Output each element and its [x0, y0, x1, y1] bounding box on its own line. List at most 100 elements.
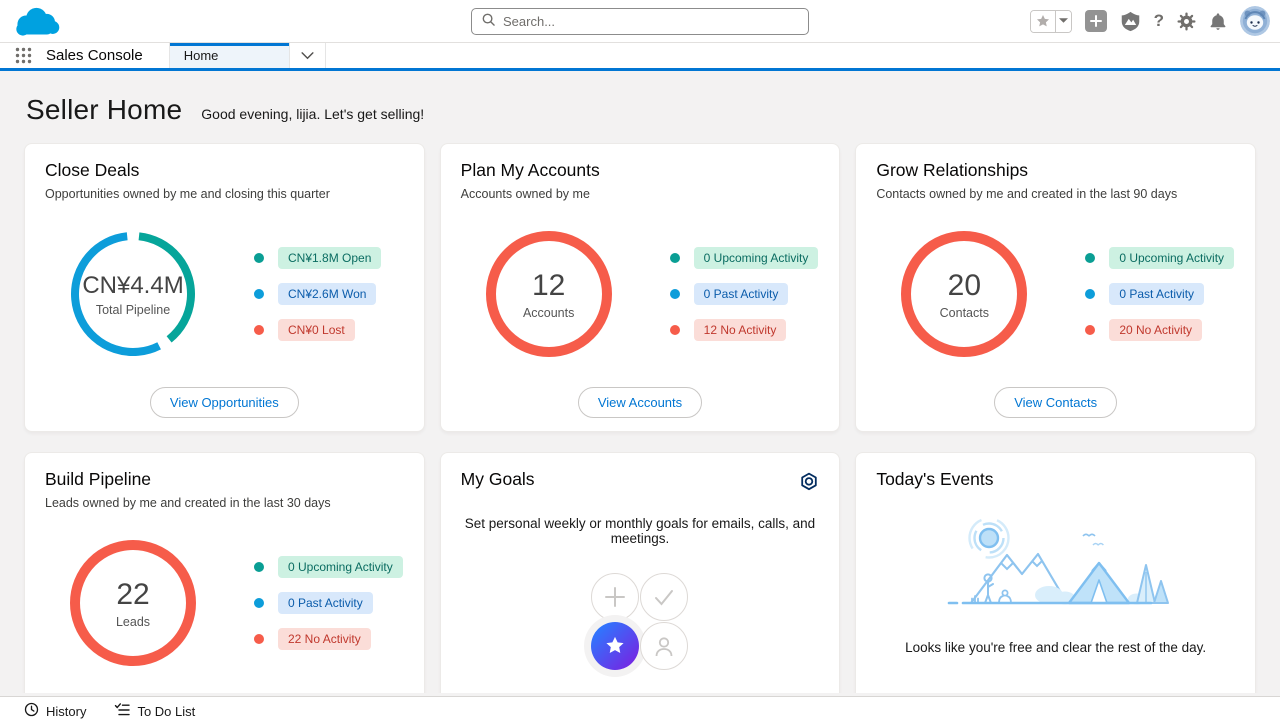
card-subtitle: Leads owned by me and created in the las…	[45, 496, 331, 510]
header-actions: ?	[1029, 0, 1270, 42]
events-empty-text: Looks like you're free and clear the res…	[905, 640, 1207, 655]
global-actions-button[interactable]	[1084, 10, 1107, 32]
person-circle-icon	[639, 622, 688, 670]
view-accounts-button[interactable]: View Accounts	[577, 387, 703, 418]
chart-legend: 0 Upcoming Activity 0 Past Activity 12 N…	[669, 247, 819, 341]
legend-dot-icon	[669, 253, 680, 263]
view-contacts-button[interactable]: View Contacts	[994, 387, 1118, 418]
legend-item: 20 No Activity	[1085, 319, 1234, 341]
donut-value: 12	[531, 268, 566, 302]
history-label: History	[46, 703, 87, 719]
legend-item: CN¥2.6M Won	[254, 283, 381, 305]
card-title: My Goals	[460, 469, 535, 489]
donut-center: 22 Leads	[67, 537, 199, 669]
legend-dot-icon	[1085, 253, 1096, 263]
favorites-caret-button[interactable]	[1055, 10, 1071, 32]
contacts-donut-chart: 20 Contacts	[898, 228, 1030, 360]
donut-label: Accounts	[522, 305, 575, 320]
card-title: Build Pipeline	[45, 469, 152, 489]
search-icon	[482, 13, 495, 31]
todo-list-label: To Do List	[137, 703, 196, 719]
notifications-bell-button[interactable]	[1209, 12, 1227, 31]
legend-item: 0 Upcoming Activity	[1085, 247, 1235, 269]
legend-badge: 22 No Activity	[278, 628, 371, 650]
plus-circle-icon	[590, 573, 639, 621]
app-launcher-button[interactable]	[0, 43, 46, 68]
donut-center: CN¥4.4M Total Pipeline	[67, 228, 199, 360]
card-footer: View Opportunities	[45, 387, 404, 418]
card-close-deals: Close Deals Opportunities owned by me an…	[24, 143, 425, 432]
legend-badge: 0 Upcoming Activity	[693, 247, 819, 269]
tab-home-label: Home	[183, 48, 219, 63]
guidance-center-button[interactable]	[1120, 11, 1141, 32]
legend-item: 0 Past Activity	[1085, 283, 1234, 305]
donut-label: Leads	[115, 614, 151, 629]
legend-item: 22 No Activity	[254, 628, 403, 650]
app-name: Sales Console	[46, 47, 143, 64]
legend-badge: 0 Past Activity	[693, 283, 789, 305]
card-todays-events: Today's Events Looks like you're free an…	[855, 452, 1256, 693]
todo-list-utility-button[interactable]: To Do List	[102, 697, 207, 725]
card-subtitle: Accounts owned by me	[460, 187, 590, 201]
leads-donut-chart: 22 Leads	[67, 537, 199, 669]
cards-grid: Close Deals Opportunities owned by me an…	[24, 143, 1256, 693]
legend-badge: 0 Past Activity	[1109, 283, 1205, 305]
card-title: Today's Events	[876, 469, 994, 489]
app-navbar: Sales Console Home	[0, 43, 1280, 71]
donut-value: 22	[116, 577, 150, 611]
chart-legend: CN¥1.8M Open CN¥2.6M Won CN¥0 Lost	[254, 247, 382, 341]
legend-item: 12 No Activity	[669, 319, 819, 341]
donut-value: CN¥4.4M	[82, 271, 184, 299]
legend-dot-icon	[254, 634, 264, 644]
legend-dot-icon	[1085, 289, 1096, 299]
salesforce-logo	[12, 4, 62, 45]
legend-dot-icon	[254, 289, 264, 299]
legend-badge: 0 Past Activity	[278, 592, 373, 614]
favorites-star-button[interactable]	[1030, 10, 1056, 32]
global-header: ?	[0, 0, 1280, 43]
legend-badge: 12 No Activity	[693, 319, 787, 341]
legend-dot-icon	[254, 325, 264, 335]
chart-legend: 0 Upcoming Activity 0 Past Activity 22 N…	[254, 556, 403, 650]
card-footer: View Accounts	[461, 387, 820, 418]
camping-illustration	[876, 512, 1235, 616]
legend-dot-icon	[254, 562, 264, 572]
legend-badge: CN¥0 Lost	[278, 319, 355, 341]
legend-dot-icon	[669, 325, 680, 335]
help-button[interactable]: ?	[1154, 11, 1164, 31]
clock-icon	[24, 702, 39, 720]
donut-label: Total Pipeline	[95, 302, 171, 317]
accounts-donut-chart: 12 Accounts	[483, 228, 615, 360]
star-circle-icon	[590, 622, 639, 670]
legend-dot-icon	[254, 598, 264, 608]
greeting-text: Good evening, lijia. Let's get selling!	[201, 106, 425, 122]
card-grow-relationships: Grow Relationships Contacts owned by me …	[855, 143, 1256, 432]
chart-row: 22 Leads 0 Upcoming Activity 0 Past Acti…	[45, 537, 404, 669]
view-opportunities-button[interactable]: View Opportunities	[149, 387, 299, 418]
tab-home[interactable]: Home	[168, 43, 290, 68]
page-header: Seller Home Good evening, lijia. Let's g…	[0, 71, 1280, 143]
history-utility-button[interactable]: History	[12, 697, 98, 725]
card-title-row: My Goals	[461, 469, 820, 497]
favorites-group	[1029, 9, 1072, 33]
card-subtitle: Contacts owned by me and created in the …	[876, 187, 1178, 201]
user-avatar[interactable]	[1240, 6, 1270, 36]
goal-settings-icon[interactable]	[799, 472, 819, 497]
task-list-icon	[114, 702, 131, 720]
tab-dropdown-button[interactable]	[290, 43, 326, 68]
setup-gear-button[interactable]	[1177, 11, 1196, 31]
donut-center: 12 Accounts	[483, 228, 615, 360]
legend-dot-icon	[254, 253, 264, 263]
legend-item: 0 Upcoming Activity	[254, 556, 403, 578]
legend-dot-icon	[1085, 325, 1096, 335]
page-title: Seller Home	[26, 94, 183, 125]
pipeline-donut-chart: CN¥4.4M Total Pipeline	[67, 228, 199, 360]
legend-item: CN¥0 Lost	[254, 319, 381, 341]
donut-label: Contacts	[939, 305, 989, 320]
utility-bar: History To Do List	[0, 696, 1280, 725]
card-plan-my-accounts: Plan My Accounts Accounts owned by me 12…	[439, 143, 841, 432]
search-input[interactable]	[503, 14, 798, 29]
card-title: Grow Relationships	[876, 160, 1029, 180]
legend-badge: 0 Upcoming Activity	[1109, 247, 1235, 269]
check-circle-icon	[639, 573, 688, 621]
